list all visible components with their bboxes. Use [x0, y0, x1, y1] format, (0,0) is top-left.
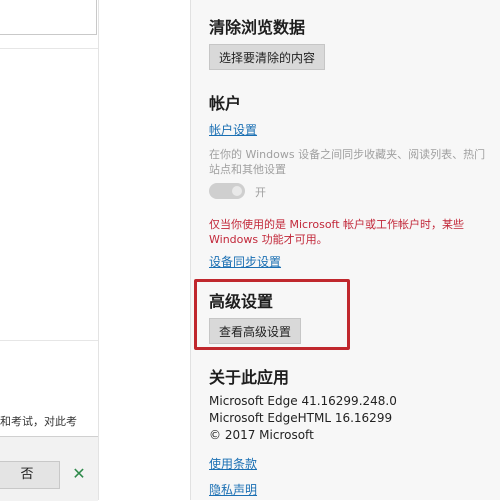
edge-version: Microsoft Edge 41.16299.248.0 — [209, 394, 397, 408]
terms-of-use-link[interactable]: 使用条款 — [209, 455, 257, 472]
account-heading: 帐户 — [209, 94, 242, 113]
choose-what-to-clear-button[interactable]: 选择要清除的内容 — [209, 44, 325, 70]
sync-description: 在你的 Windows 设备之间同步收藏夹、阅读列表、热门站点和其他设置 — [209, 148, 486, 176]
no-button[interactable]: 否 — [0, 461, 60, 489]
close-icon[interactable]: ✕ — [70, 463, 88, 485]
sync-toggle[interactable] — [209, 183, 245, 199]
toggle-knob — [232, 186, 242, 196]
toggle-label: 开 — [255, 186, 266, 199]
copyright: © 2017 Microsoft — [209, 428, 314, 442]
edgehtml-version: Microsoft EdgeHTML 16.16299 — [209, 411, 393, 425]
left-top-box — [0, 0, 97, 35]
settings-pane: 清除浏览数据 选择要清除的内容 帐户 帐户设置 在你的 Windows 设备之间… — [191, 0, 500, 500]
left-pane: 和考试，对此考 否 ✕ — [0, 0, 112, 501]
account-settings-link[interactable]: 帐户设置 — [209, 121, 257, 138]
left-panel: 和考试，对此考 否 ✕ — [0, 0, 99, 501]
about-heading: 关于此应用 — [209, 368, 290, 387]
device-sync-settings-link[interactable]: 设备同步设置 — [209, 253, 281, 270]
left-partial-text: 和考试，对此考 — [0, 415, 77, 428]
annotation-highlight-box — [194, 279, 350, 350]
privacy-statement-link[interactable]: 隐私声明 — [209, 481, 257, 498]
left-divider — [0, 340, 98, 341]
clear-data-heading: 清除浏览数据 — [209, 18, 306, 37]
account-warning: 仅当你使用的是 Microsoft 帐户或工作帐户时，某些 Windows 功能… — [209, 218, 465, 246]
left-divider — [0, 48, 98, 49]
